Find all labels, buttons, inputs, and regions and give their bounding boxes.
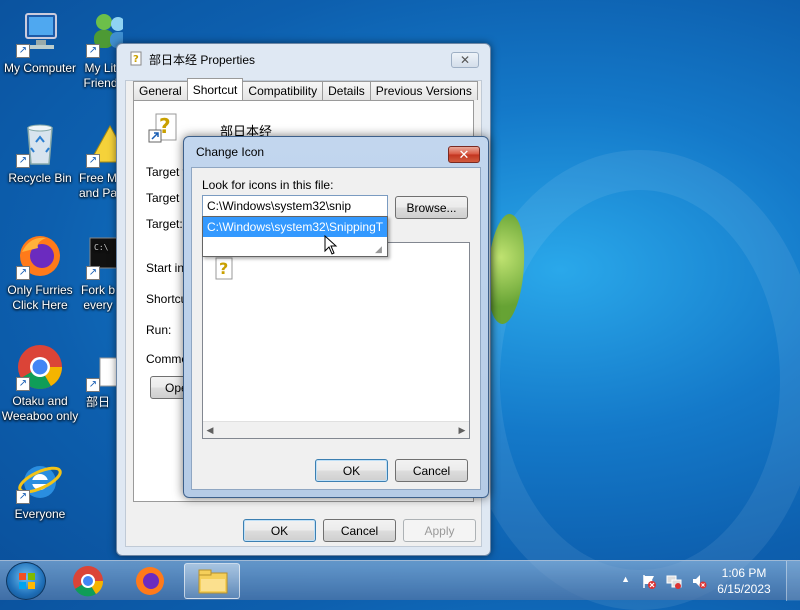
desktop-icon-label: Otaku and Weeaboo only (1, 394, 79, 423)
shortcut-file-icon: ? (148, 113, 177, 143)
terminal-icon: C:\ ↗ (86, 232, 118, 280)
desktop-icon-everyone[interactable]: ↗ Everyone (1, 456, 79, 522)
firefox-icon: ↗ (16, 232, 64, 280)
start-button[interactable] (6, 562, 46, 600)
mouse-cursor-icon (324, 235, 338, 255)
desktop-icon-bu-ri[interactable]: ↗ 部日 (78, 356, 118, 410)
windows-flag-icon (19, 573, 35, 589)
shortcut-arrow-icon: ↗ (86, 378, 100, 392)
clock-time: 1:06 PM (721, 566, 767, 580)
svg-text:?: ? (219, 259, 228, 278)
shortcut-arrow-icon: ↗ (16, 490, 30, 504)
desktop-icon-label: Fork b every (80, 283, 115, 312)
chrome-icon (73, 566, 104, 597)
shortcut-arrow-icon: ↗ (16, 44, 30, 58)
tab-shortcut[interactable]: Shortcut (186, 78, 244, 100)
properties-apply-button[interactable]: Apply (403, 519, 476, 542)
desktop-icon-label: 部日 (85, 395, 110, 409)
shortcut-arrow-icon: ↗ (16, 377, 30, 391)
taskbar-chrome-button[interactable] (60, 563, 116, 599)
properties-ok-button[interactable]: OK (243, 519, 316, 542)
properties-tabs: General Shortcut Compatibility Details P… (133, 78, 478, 101)
icon-list[interactable]: ? ◀ ▶ (202, 242, 470, 439)
tray-overflow-arrow[interactable]: ▲ (621, 574, 630, 584)
show-desktop-button[interactable] (786, 561, 800, 601)
scroll-right-icon[interactable]: ▶ (457, 425, 467, 435)
desktop-icon-only-furries[interactable]: ↗ Only Furries Click Here (1, 232, 79, 313)
change-icon-title[interactable]: Change Icon (184, 137, 488, 167)
tab-compatibility[interactable]: Compatibility (242, 81, 324, 100)
properties-titlebar[interactable]: ? 部日本经 Properties (117, 44, 490, 74)
look-for-icons-label: Look for icons in this file: (202, 178, 334, 192)
action-center-flag-icon[interactable] (641, 573, 657, 589)
taskbar-explorer-button[interactable] (184, 563, 240, 599)
firefox-icon (136, 567, 164, 595)
shortcut-arrow-icon: ↗ (16, 266, 30, 280)
svg-text:?: ? (133, 54, 139, 65)
change-icon-close-button[interactable]: ✕ (448, 146, 480, 163)
resize-grip-icon[interactable]: ◢ (375, 244, 385, 254)
clock-date: 6/15/2023 (717, 582, 771, 596)
desktop-icon-recycle-bin[interactable]: ↗ Recycle Bin (1, 120, 79, 186)
desktop-icon-free-m[interactable]: ↗ Free M and Pa (78, 120, 118, 201)
target-label: Target: (146, 217, 183, 231)
shortcut-arrow-icon: ↗ (86, 266, 100, 280)
desktop-icon-label: Only Furries Click Here (7, 283, 73, 312)
change-icon-cancel-button[interactable]: Cancel (395, 459, 468, 482)
scroll-left-icon[interactable]: ◀ (205, 425, 215, 435)
shortcut-arrow-icon: ↗ (16, 154, 30, 168)
folder-icon (198, 569, 228, 594)
network-icon[interactable] (666, 573, 682, 589)
desktop-icon-fork-b[interactable]: C:\ ↗ Fork b every (78, 232, 118, 313)
computer-icon: ↗ (16, 10, 64, 58)
document-icon: ↗ (86, 356, 118, 392)
autocomplete-item[interactable]: C:\Windows\system32\SnippingT (203, 217, 387, 237)
warning-icon: ↗ (86, 120, 118, 168)
shortcut-file-icon: ? (130, 51, 142, 66)
tab-general[interactable]: General (133, 81, 188, 100)
chrome-icon: ↗ (16, 343, 64, 391)
properties-close-button[interactable]: ✕ (451, 52, 479, 68)
target-type-label: Target t (146, 165, 187, 179)
path-autocomplete-dropdown: C:\Windows\system32\SnippingT ◢ (202, 216, 388, 257)
recycle-bin-icon: ↗ (16, 120, 64, 168)
taskbar-clock[interactable]: 1:06 PM 6/15/2023 (714, 565, 774, 597)
desktop-icon-label: Free M and Pa (78, 171, 118, 200)
desktop-icon-my-computer[interactable]: ↗ My Computer (1, 10, 79, 76)
shortcut-arrow-icon: ↗ (86, 154, 100, 168)
svg-text:C:\: C:\ (94, 243, 109, 252)
desktop-icon-label: Everyone (14, 507, 66, 521)
question-file-icon[interactable]: ? (213, 257, 235, 281)
desktop-icon-label: Recycle Bin (8, 171, 72, 185)
volume-muted-icon[interactable] (691, 573, 707, 589)
start-in-label: Start in: (146, 261, 188, 275)
tab-previous-versions[interactable]: Previous Versions (369, 81, 478, 100)
properties-title: 部日本经 Properties (149, 52, 256, 67)
change-icon-ok-button[interactable]: OK (315, 459, 388, 482)
shortcut-arrow-icon: ↗ (86, 44, 100, 58)
internet-explorer-icon: ↗ (16, 456, 64, 504)
properties-cancel-button[interactable]: Cancel (323, 519, 396, 542)
desktop-icon-label: My Computer (3, 61, 77, 75)
browse-button[interactable]: Browse... (395, 196, 468, 219)
tab-details[interactable]: Details (322, 81, 371, 100)
desktop-icon-otaku[interactable]: ↗ Otaku and Weeaboo only (1, 343, 79, 424)
run-label: Run: (146, 323, 172, 337)
taskbar: ▲ 1:06 PM 6/15/2023 (0, 560, 800, 601)
icon-path-input[interactable]: C:\Windows\system32\snip (202, 195, 388, 217)
taskbar-firefox-button[interactable] (122, 563, 178, 599)
horizontal-scrollbar[interactable]: ◀ ▶ (203, 421, 469, 438)
